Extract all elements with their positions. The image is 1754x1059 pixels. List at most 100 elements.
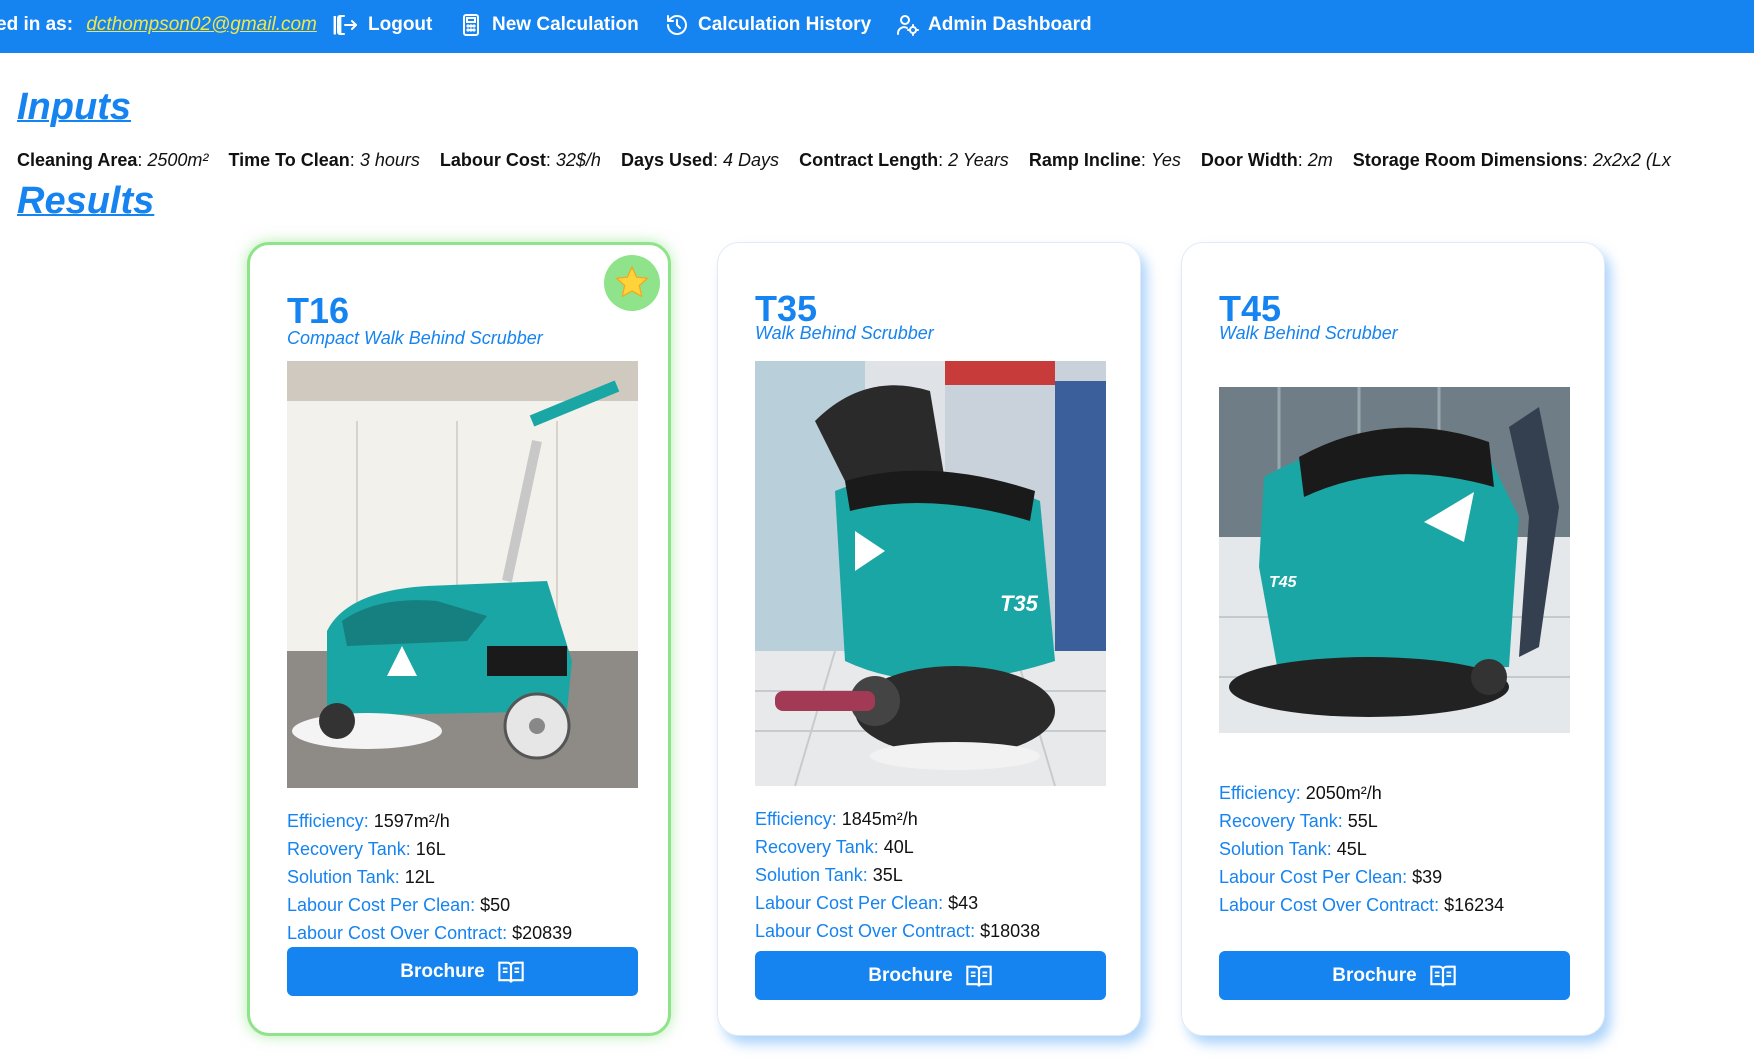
input-value: 4 Days <box>723 150 780 170</box>
spec-label: Efficiency: <box>1219 783 1301 803</box>
admin-dashboard-link[interactable]: Admin Dashboard <box>895 13 1092 37</box>
calculator-icon <box>463 14 479 36</box>
star-icon <box>614 265 650 298</box>
spec-label: Labour Cost Per Clean: <box>1219 867 1408 887</box>
spec-efficiency: Efficiency: 1845m²/h <box>755 805 1040 833</box>
spec-value: 1597m²/h <box>373 811 450 831</box>
svg-text:T35: T35 <box>1000 591 1039 616</box>
product-photo: T45 <box>1219 387 1570 733</box>
inputs-summary: Cleaning Area: 2500m² Time To Clean: 3 h… <box>17 150 1686 171</box>
spec-recovery-tank: Recovery Tank: 16L <box>287 835 572 863</box>
spec-value: 45L <box>1336 839 1367 859</box>
spec-value: $18038 <box>980 921 1041 941</box>
spec-solution-tank: Solution Tank: 45L <box>1219 835 1504 863</box>
input-value: 2x2x2 (Lx <box>1592 150 1671 170</box>
logout-link[interactable]: Logout <box>335 13 432 37</box>
spec-labour-over-contract: Labour Cost Over Contract: $18038 <box>755 917 1040 945</box>
input-key: Storage Room Dimensions <box>1352 150 1583 170</box>
logout-label: Logout <box>368 14 433 35</box>
input-value: 32$/h <box>555 150 601 170</box>
spec-labour-per-clean: Labour Cost Per Clean: $50 <box>287 891 572 919</box>
product-specs: Efficiency: 2050m²/h Recovery Tank: 55L … <box>1219 779 1504 919</box>
history-icon <box>667 15 687 35</box>
product-photo: T35 <box>755 361 1106 786</box>
spec-label: Solution Tank: <box>1219 839 1332 859</box>
spec-value: 16L <box>415 839 446 859</box>
spec-label: Labour Cost Per Clean: <box>755 893 944 913</box>
svg-text:T45: T45 <box>1269 574 1298 591</box>
product-photo <box>287 361 638 788</box>
spec-labour-per-clean: Labour Cost Per Clean: $39 <box>1219 863 1504 891</box>
input-value: Yes <box>1150 150 1181 170</box>
book-icon <box>1430 965 1456 987</box>
spec-recovery-tank: Recovery Tank: 55L <box>1219 807 1504 835</box>
input-key: Ramp Incline <box>1028 150 1141 170</box>
input-key: Cleaning Area <box>17 150 138 170</box>
brochure-button[interactable]: Brochure <box>1219 951 1570 1000</box>
input-field: Labour Cost: 32$/h <box>439 150 601 170</box>
spec-recovery-tank: Recovery Tank: 40L <box>755 833 1040 861</box>
book-icon <box>498 961 524 983</box>
input-field: Cleaning Area: 2500m² <box>17 150 209 170</box>
brochure-button[interactable]: Brochure <box>287 947 638 996</box>
product-subtitle: Walk Behind Scrubber <box>1219 323 1398 343</box>
spec-efficiency: Efficiency: 1597m²/h <box>287 807 572 835</box>
input-value: 2m <box>1307 150 1333 170</box>
input-field: Days Used: 4 Days <box>620 150 780 170</box>
spec-labour-over-contract: Labour Cost Over Contract: $20839 <box>287 919 572 947</box>
results-heading: Results <box>17 180 155 222</box>
input-field: Ramp Incline: Yes <box>1028 150 1181 170</box>
spec-value: $39 <box>1412 867 1443 887</box>
spec-value: 12L <box>404 867 435 887</box>
input-key: Door Width <box>1200 150 1298 170</box>
recommended-badge <box>604 255 660 311</box>
spec-label: Labour Cost Over Contract: <box>287 923 508 943</box>
brochure-label: Brochure <box>1332 964 1417 986</box>
spec-value: 55L <box>1347 811 1378 831</box>
calculation-history-link[interactable]: Calculation History <box>665 13 871 37</box>
input-key: Days Used <box>620 150 714 170</box>
product-card-t16: T16 Compact Walk Behind Scrubber Efficie… <box>247 242 671 1036</box>
input-key: Labour Cost <box>439 150 546 170</box>
admin-dashboard-label: Admin Dashboard <box>928 14 1092 35</box>
brochure-button[interactable]: Brochure <box>755 951 1106 1000</box>
spec-labour-per-clean: Labour Cost Per Clean: $43 <box>755 889 1040 917</box>
input-value: 2 Years <box>948 150 1009 170</box>
spec-label: Solution Tank: <box>287 867 400 887</box>
spec-value: 1845m²/h <box>841 809 918 829</box>
new-calculation-label: New Calculation <box>492 14 639 35</box>
spec-label: Efficiency: <box>755 809 837 829</box>
spec-solution-tank: Solution Tank: 35L <box>755 861 1040 889</box>
spec-value: 40L <box>883 837 914 857</box>
brochure-label: Brochure <box>868 964 953 986</box>
user-email-link[interactable]: dcthompson02@gmail.com <box>86 14 317 35</box>
spec-label: Recovery Tank: <box>1219 811 1343 831</box>
new-calculation-link[interactable]: New Calculation <box>459 13 639 37</box>
product-subtitle: Compact Walk Behind Scrubber <box>287 328 543 348</box>
book-icon <box>966 965 992 987</box>
spec-value: $50 <box>480 895 511 915</box>
spec-efficiency: Efficiency: 2050m²/h <box>1219 779 1504 807</box>
spec-value: $43 <box>948 893 979 913</box>
spec-solution-tank: Solution Tank: 12L <box>287 863 572 891</box>
input-field: Storage Room Dimensions: 2x2x2 (Lx <box>1352 150 1671 170</box>
spec-label: Labour Cost Over Contract: <box>755 921 976 941</box>
inputs-heading: Inputs <box>17 86 131 128</box>
spec-value: $16234 <box>1444 895 1505 915</box>
logout-icon <box>337 15 357 35</box>
calculation-history-label: Calculation History <box>698 14 872 35</box>
spec-label: Recovery Tank: <box>755 837 879 857</box>
spec-label: Labour Cost Per Clean: <box>287 895 476 915</box>
spec-label: Solution Tank: <box>755 865 868 885</box>
spec-label: Efficiency: <box>287 811 369 831</box>
spec-value: $20839 <box>512 923 573 943</box>
brochure-label: Brochure <box>400 960 485 982</box>
product-specs: Efficiency: 1597m²/h Recovery Tank: 16L … <box>287 807 572 947</box>
input-key: Contract Length <box>799 150 939 170</box>
input-value: 3 hours <box>359 150 420 170</box>
user-settings-icon <box>897 15 919 36</box>
spec-value: 2050m²/h <box>1305 783 1382 803</box>
spec-value: 35L <box>872 865 903 885</box>
spec-labour-over-contract: Labour Cost Over Contract: $16234 <box>1219 891 1504 919</box>
spec-label: Labour Cost Over Contract: <box>1219 895 1440 915</box>
